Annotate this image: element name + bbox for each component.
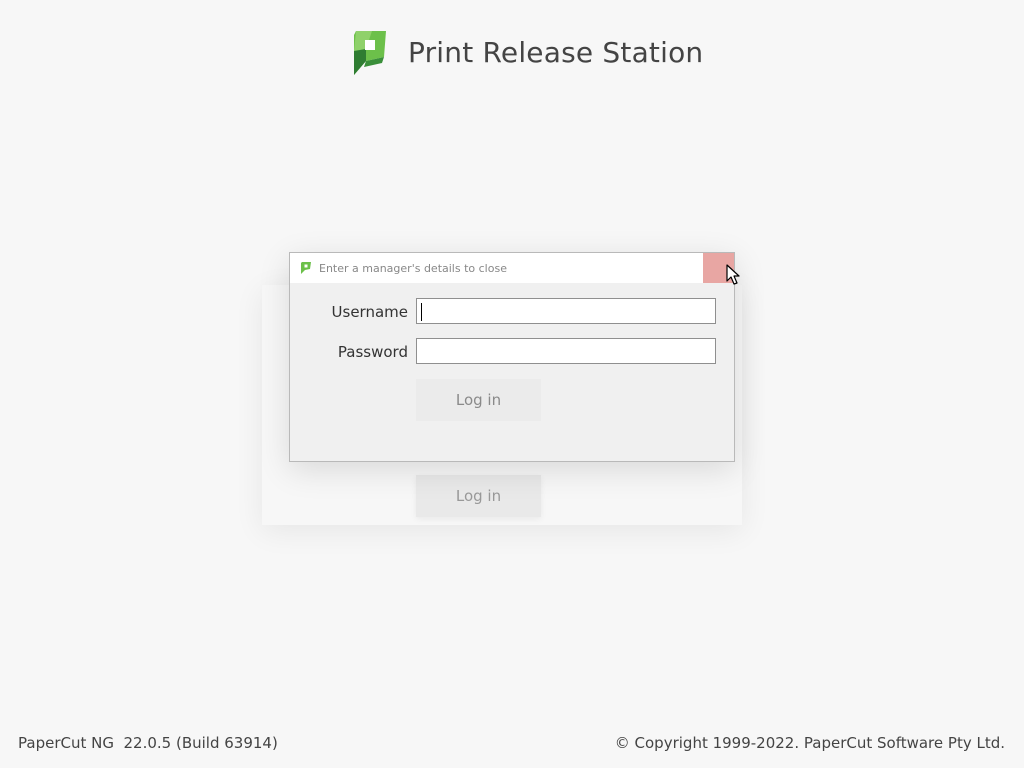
password-input[interactable] bbox=[416, 338, 716, 364]
app-title: Print Release Station bbox=[408, 35, 704, 69]
username-row: Username bbox=[290, 298, 734, 326]
papercut-logo-icon bbox=[354, 31, 386, 75]
text-caret bbox=[421, 303, 422, 321]
background-login-button[interactable]: Log in bbox=[416, 475, 541, 517]
username-label: Username bbox=[331, 303, 408, 321]
app-header: Print Release Station bbox=[352, 28, 703, 76]
username-input[interactable] bbox=[416, 298, 716, 324]
mouse-pointer-icon bbox=[726, 264, 740, 285]
password-label: Password bbox=[337, 343, 408, 361]
papercut-small-icon bbox=[301, 262, 311, 274]
manager-close-dialog: Enter a manager's details to close Usern… bbox=[289, 252, 735, 462]
login-button[interactable]: Log in bbox=[416, 379, 541, 421]
dialog-titlebar: Enter a manager's details to close bbox=[290, 253, 734, 283]
copyright-text: © Copyright 1999-2022. PaperCut Software… bbox=[614, 734, 1005, 752]
version-text: PaperCut NG 22.0.5 (Build 63914) bbox=[18, 734, 278, 752]
print-release-screen: Print Release Station Log in Enter a man… bbox=[0, 0, 1024, 768]
password-row: Password bbox=[290, 338, 734, 366]
dialog-title: Enter a manager's details to close bbox=[319, 261, 507, 275]
